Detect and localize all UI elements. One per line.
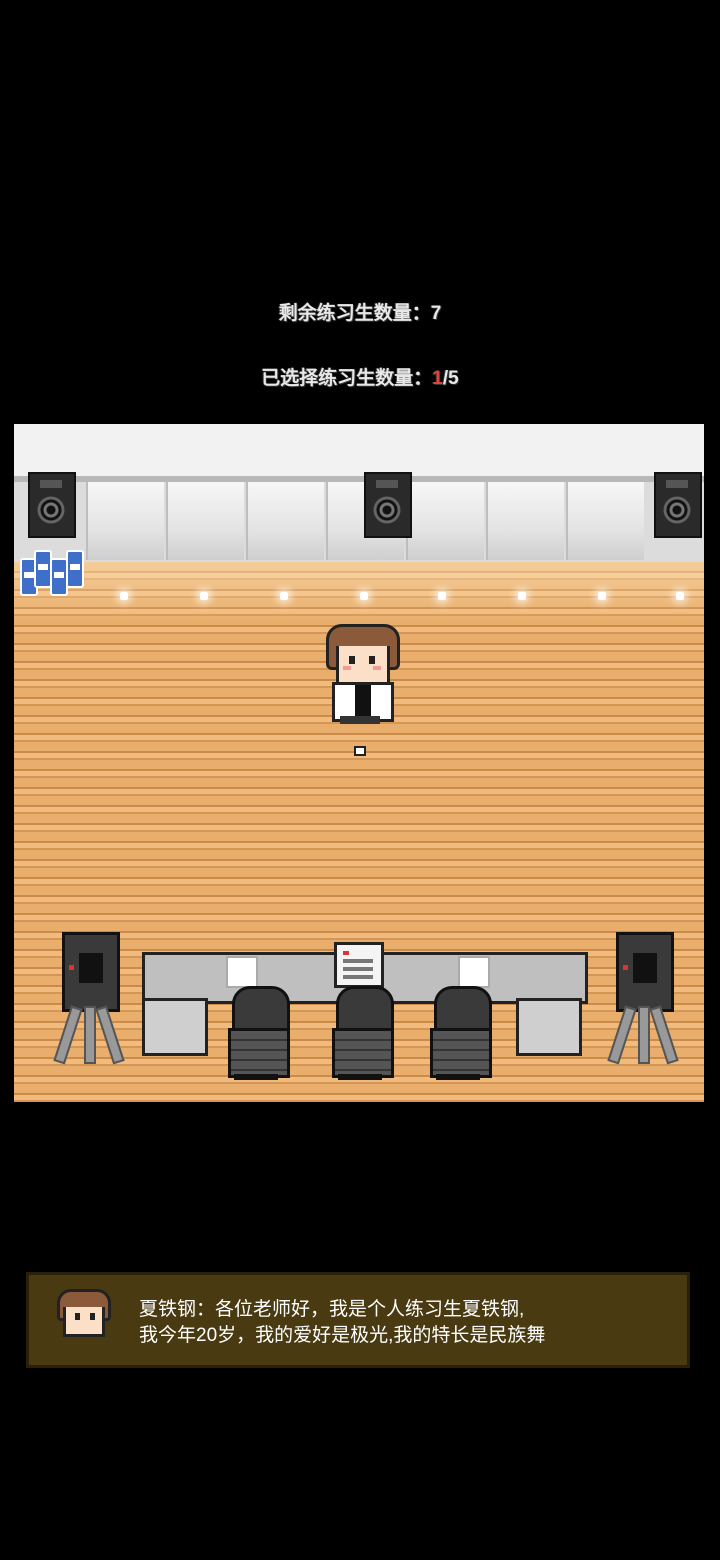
position-marker xyxy=(354,746,366,756)
bottle-icon xyxy=(66,550,84,588)
floor-light xyxy=(120,592,128,600)
selected-label: 已选择练习生数量： xyxy=(261,368,433,389)
wall xyxy=(14,424,704,476)
water-bottles xyxy=(20,548,90,596)
mirror-wall xyxy=(14,482,704,562)
mirror-panel xyxy=(486,482,564,560)
camera-icon xyxy=(607,932,679,1066)
speaker-avatar xyxy=(57,1289,111,1345)
selected-current: 1 xyxy=(432,368,443,389)
speaker-icon xyxy=(364,472,412,538)
dialog-line: 夏铁钢：各位老师好，我是个人练习生夏铁钢, xyxy=(139,1299,525,1320)
floor-light xyxy=(676,592,684,600)
mirror-panel xyxy=(166,482,244,560)
mirror-panel xyxy=(406,482,484,560)
desk-side xyxy=(516,998,582,1056)
speaker-icon xyxy=(654,472,702,538)
audition-stage[interactable] xyxy=(14,424,704,1102)
floor-light xyxy=(280,592,288,600)
selected-trainees-counter: 已选择练习生数量：1/5 xyxy=(0,363,720,390)
floor-light xyxy=(518,592,526,600)
floor-light xyxy=(360,592,368,600)
mirror-panel xyxy=(86,482,164,560)
floor-light xyxy=(200,592,208,600)
remaining-value: 7 xyxy=(430,303,442,324)
name-placard xyxy=(334,942,384,988)
mirror-panel xyxy=(246,482,324,560)
dialog-text: 夏铁钢：各位老师好，我是个人练习生夏铁钢, 我今年20岁，我的爱好是极光,我的特… xyxy=(139,1297,679,1349)
speaker-icon xyxy=(28,472,76,538)
camera-icon xyxy=(53,932,125,1066)
floor-light xyxy=(598,592,606,600)
dialog-line: 我今年20岁，我的爱好是极光,我的特长是民族舞 xyxy=(139,1325,546,1346)
dialog-box[interactable]: 夏铁钢：各位老师好，我是个人练习生夏铁钢, 我今年20岁，我的爱好是极光,我的特… xyxy=(26,1272,690,1368)
mirror-panel xyxy=(566,482,644,560)
trainee-character[interactable] xyxy=(326,624,400,726)
judge-seat xyxy=(226,986,290,1082)
selected-total: /5 xyxy=(442,368,459,389)
remaining-label: 剩余练习生数量： xyxy=(278,303,431,324)
paper-icon xyxy=(458,956,490,988)
desk-side xyxy=(142,998,208,1056)
judge-seat xyxy=(330,986,394,1082)
paper-icon xyxy=(226,956,258,988)
judge-seat xyxy=(428,986,492,1082)
floor-light xyxy=(438,592,446,600)
remaining-trainees-counter: 剩余练习生数量：7 xyxy=(0,298,720,325)
